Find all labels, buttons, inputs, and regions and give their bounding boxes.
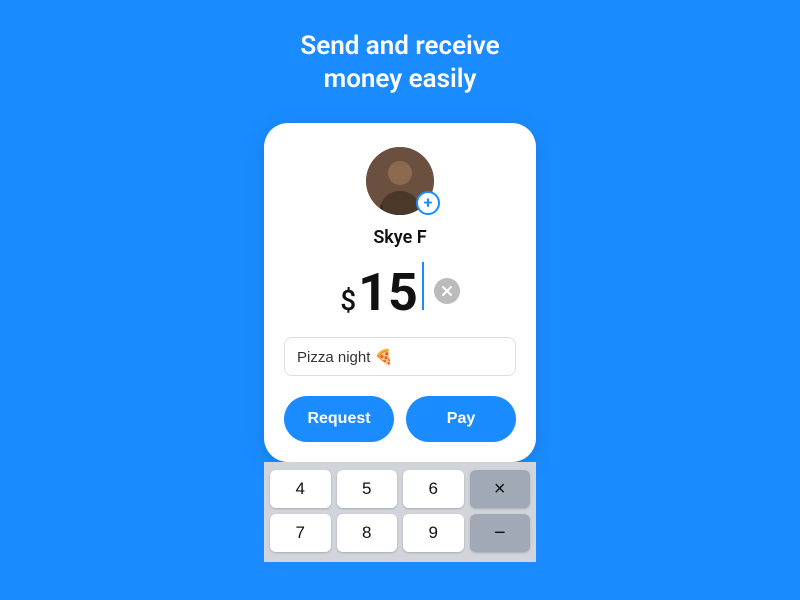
amount-row: $ 15 xyxy=(340,262,460,319)
avatar-area: + xyxy=(366,147,434,215)
key-6[interactable]: 6 xyxy=(403,470,464,508)
header-title: Send and receivemoney easily xyxy=(280,30,519,95)
key-5[interactable]: 5 xyxy=(337,470,398,508)
amount-display: $ 15 xyxy=(340,262,424,319)
key-4[interactable]: 4 xyxy=(270,470,331,508)
amount-value: 15 xyxy=(358,267,418,319)
keyboard-row-2: 7 8 9 − xyxy=(270,514,530,552)
note-input[interactable] xyxy=(284,337,516,376)
pay-button[interactable]: Pay xyxy=(406,396,516,442)
action-buttons: Request Pay xyxy=(284,396,516,462)
background-left xyxy=(0,0,250,600)
keyboard-row-1: 4 5 6 × xyxy=(270,470,530,508)
x-icon xyxy=(441,285,453,297)
background-right xyxy=(550,0,800,600)
user-name: Skye F xyxy=(373,227,426,248)
clear-amount-button[interactable] xyxy=(434,278,460,304)
key-minus[interactable]: − xyxy=(470,514,531,552)
key-9[interactable]: 9 xyxy=(403,514,464,552)
key-7[interactable]: 7 xyxy=(270,514,331,552)
text-cursor xyxy=(422,262,424,310)
add-recipient-button[interactable]: + xyxy=(416,191,440,215)
phone-container: Send and receivemoney easily + Skye F $ … xyxy=(250,0,550,600)
dollar-sign: $ xyxy=(340,284,356,317)
key-8[interactable]: 8 xyxy=(337,514,398,552)
request-button[interactable]: Request xyxy=(284,396,394,442)
payment-card: + Skye F $ 15 Request Pay xyxy=(264,123,536,462)
keyboard-area: 4 5 6 × 7 8 9 − xyxy=(264,462,536,562)
key-multiply[interactable]: × xyxy=(470,470,531,508)
